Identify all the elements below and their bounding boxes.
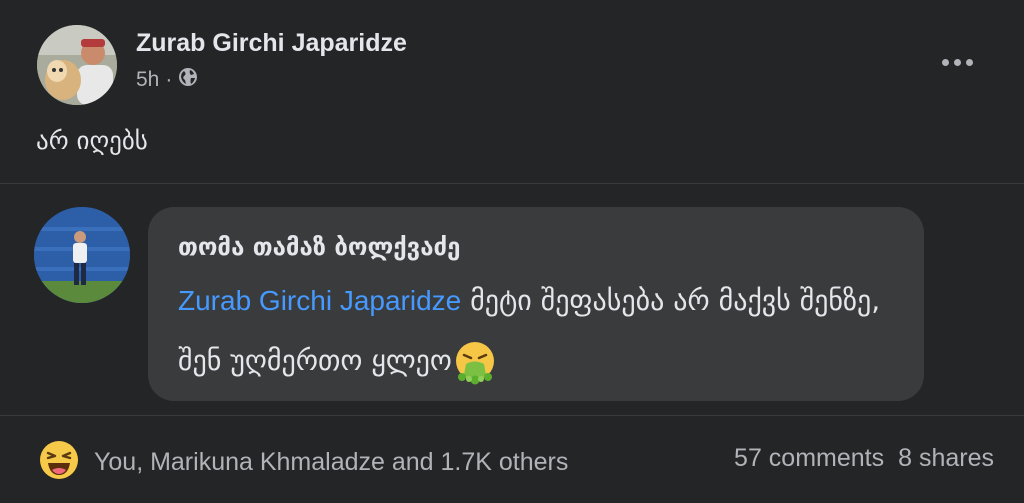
- nauseated-face-icon: [452, 339, 498, 385]
- commenter-avatar[interactable]: [34, 207, 130, 303]
- post-author-name[interactable]: Zurab Girchi Japaridze: [136, 29, 407, 58]
- globe-icon[interactable]: [178, 67, 198, 93]
- divider: [0, 415, 1024, 416]
- dot: [953, 58, 961, 66]
- commenter-name[interactable]: თომა თამაზ ბოლქვაძე: [178, 233, 460, 261]
- dot: [941, 58, 949, 66]
- post-meta: 5h ·: [136, 67, 198, 93]
- commenter-photo: [34, 207, 130, 303]
- author-avatar[interactable]: [37, 25, 117, 105]
- divider: [0, 183, 1024, 184]
- meta-separator: ·: [165, 68, 173, 91]
- mention-link[interactable]: Zurab Girchi Japaridze: [178, 285, 461, 316]
- dot: [965, 58, 973, 66]
- author-photo: [37, 25, 117, 105]
- post-timestamp[interactable]: 5h: [136, 68, 159, 92]
- engagement-counts: 57 comments 8 shares: [734, 444, 994, 473]
- reactions-summary[interactable]: You, Marikuna Khmaladze and 1.7K others: [38, 439, 568, 486]
- post-text: არ იღებს: [36, 126, 148, 155]
- shared-comment-bubble[interactable]: თომა თამაზ ბოლქვაძე Zurab Girchi Japarid…: [148, 207, 924, 401]
- shares-count[interactable]: 8 shares: [898, 444, 994, 473]
- more-options-icon[interactable]: [932, 44, 982, 80]
- comments-count[interactable]: 57 comments: [734, 444, 884, 473]
- reactions-text: You, Marikuna Khmaladze and 1.7K others: [94, 448, 569, 476]
- haha-reaction-icon: [38, 439, 80, 486]
- comment-text: Zurab Girchi Japaridze მეტი შეფასება არ …: [178, 271, 898, 391]
